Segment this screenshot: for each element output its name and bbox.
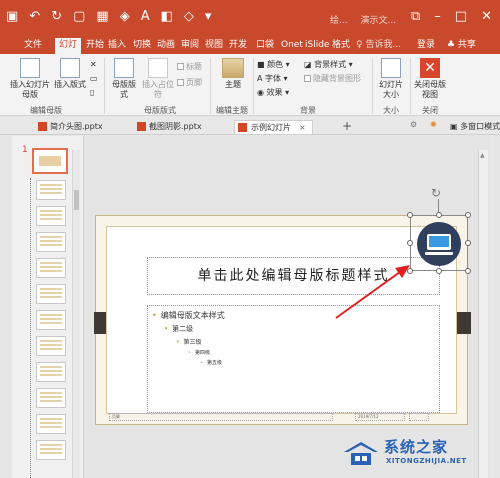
watermark-url: XITONGZHIJIA.NET xyxy=(386,457,467,465)
arrow-head xyxy=(395,265,410,278)
site-watermark: 系统之家 XITONGZHIJIA.NET xyxy=(340,430,500,478)
watermark-logo-icon xyxy=(344,442,378,465)
annotation-arrow xyxy=(335,265,410,319)
watermark-name: 系统之家 xyxy=(384,438,449,456)
arrow-line xyxy=(335,271,401,319)
